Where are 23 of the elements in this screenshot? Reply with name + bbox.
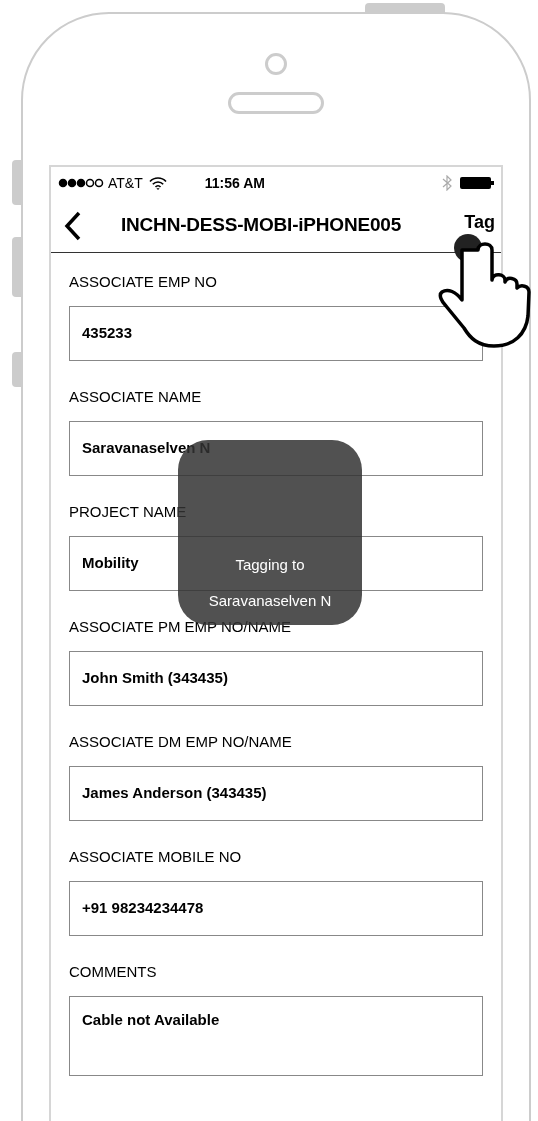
field-label: ASSOCIATE EMP NO bbox=[69, 272, 218, 292]
clock-label: 11:56 AM bbox=[204, 173, 265, 193]
wifi-icon bbox=[148, 176, 167, 190]
speaker-icon bbox=[228, 92, 324, 114]
field-label: COMMENTS bbox=[69, 962, 158, 982]
bluetooth-icon bbox=[442, 175, 452, 191]
battery-icon bbox=[460, 177, 494, 189]
screen-title: INCHN-DESS-MOBI-iPHONE005 bbox=[121, 213, 402, 238]
field-label: ASSOCIATE MOBILE NO bbox=[69, 847, 243, 867]
signal-icon bbox=[58, 178, 104, 188]
toast-text: Tagging to bbox=[235, 555, 305, 575]
field-label: ASSOCIATE DM EMP NO/NAME bbox=[69, 732, 293, 752]
input-field[interactable]: James Anderson (343435) bbox=[69, 766, 483, 821]
toast-text: Saravanaselven N bbox=[208, 591, 332, 611]
input-field[interactable]: John Smith (343435) bbox=[69, 651, 483, 706]
tag-button[interactable]: Tag bbox=[464, 209, 495, 236]
carrier-label: AT&T bbox=[108, 173, 143, 193]
camera-icon bbox=[265, 53, 287, 75]
input-field[interactable]: 435233 bbox=[69, 306, 483, 361]
pointing-hand-icon bbox=[436, 232, 532, 348]
field-label: ASSOCIATE NAME bbox=[69, 387, 203, 407]
comments-field[interactable]: Cable not Available bbox=[69, 996, 483, 1076]
input-field[interactable]: +91 98234234478 bbox=[69, 881, 483, 936]
